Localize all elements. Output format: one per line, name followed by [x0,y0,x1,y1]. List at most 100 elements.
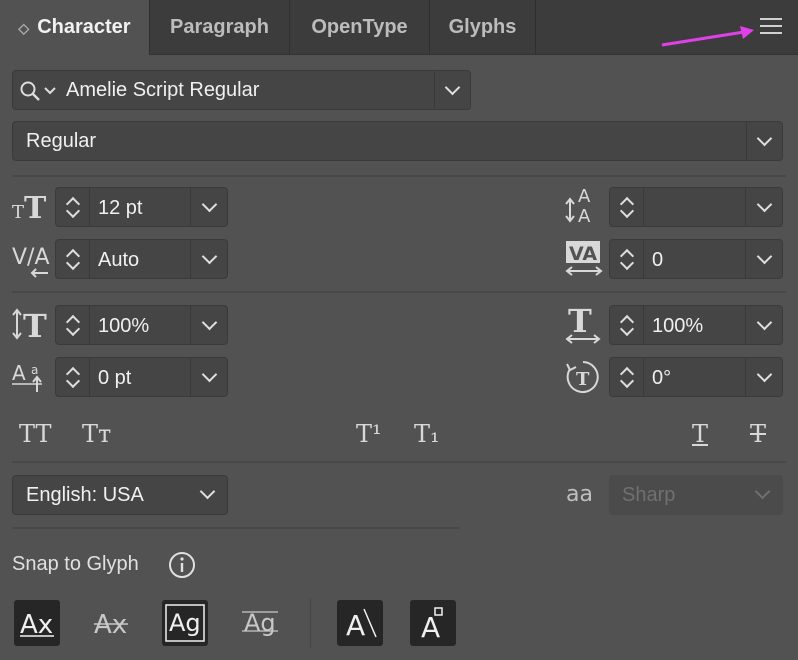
vertical-scale-field[interactable]: 100% [55,305,228,345]
language-chevron-icon [199,483,216,500]
underline-button[interactable]: T [692,420,708,448]
snap-proximity-button[interactable]: Ag [237,600,283,646]
snap-glyph-bounds-icon: Ag [165,604,205,642]
all-caps-button[interactable]: TT [19,420,51,448]
baseline-shift-value: 0 pt [98,367,132,389]
divider [12,527,460,529]
font-style-dropdown[interactable] [746,122,782,160]
anti-alias-value: Sharp [622,484,676,506]
rotation-stepper[interactable] [610,358,644,396]
snap-anchor-icon: A [421,607,443,643]
rotation-value: 0° [652,367,672,389]
tracking-value: 0 [652,249,664,271]
horizontal-scale-icon: T [565,304,601,344]
kerning-icon: V/A [12,245,50,278]
vertical-scale-stepper[interactable] [56,306,90,344]
subscript-button[interactable]: T₁ [414,420,440,448]
svg-text:T: T [24,191,47,224]
font-size-value: 12 pt [98,197,143,219]
divider [12,291,786,293]
kerning-dropdown[interactable] [190,240,227,278]
language-value: English: USA [26,484,144,506]
tracking-stepper[interactable] [610,240,644,278]
tab-bar: ◇ Character Paragraph OpenType Glyphs [0,0,798,55]
snap-glyph-bounds-button[interactable]: Ag [162,600,208,646]
snap-angular-icon: A [346,608,377,642]
snap-proximity-icon: Ag [242,609,278,637]
leading-field[interactable] [609,187,783,227]
snap-xheight-icon: Ax [94,610,128,640]
svg-text:V/A: V/A [12,245,50,270]
baseline-shift-dropdown[interactable] [190,358,227,396]
svg-text:T: T [576,369,590,390]
language-select[interactable]: English: USA [12,475,228,515]
baseline-shift-field[interactable]: 0 pt [55,357,228,397]
svg-text:T: T [12,202,24,223]
tab-opentype[interactable]: OpenType [290,0,430,54]
snap-xheight-button[interactable]: Ax [88,600,134,646]
tab-character[interactable]: ◇ Character [0,0,150,55]
vertical-scale-dropdown[interactable] [190,306,227,344]
info-icon[interactable] [167,550,197,580]
baseline-shift-icon: A a [12,361,42,392]
kerning-field[interactable]: Auto [55,239,228,279]
svg-text:A: A [578,186,591,207]
baseline-shift-stepper[interactable] [56,358,90,396]
font-size-stepper[interactable] [56,188,90,226]
snap-baseline-button[interactable]: Ax [14,600,60,646]
rotation-icon: T [566,361,599,393]
divider [310,598,311,648]
tab-paragraph[interactable]: Paragraph [150,0,290,54]
snap-baseline-icon: Ax [20,610,54,640]
divider [12,461,786,463]
tracking-field[interactable]: 0 [609,239,783,279]
leading-dropdown[interactable] [745,188,782,226]
annotation-arrow [661,26,754,47]
horizontal-scale-value: 100% [652,315,704,337]
leading-icon: A A [565,186,591,226]
horizontal-scale-stepper[interactable] [610,306,644,344]
font-family-select[interactable]: Amelie Script Regular [12,70,471,110]
font-family-dropdown[interactable] [434,71,470,109]
rotation-field[interactable]: 0° [609,357,783,397]
vertical-scale-icon: T [12,307,47,343]
tracking-icon: VA [565,241,603,276]
kerning-value: Auto [98,249,140,271]
font-size-icon: T T [12,191,47,224]
anti-alias-chevron-icon [754,483,771,500]
snap-anchor-button[interactable]: A [410,600,456,646]
horizontal-scale-dropdown[interactable] [745,306,782,344]
vertical-scale-value: 100% [98,315,150,337]
horizontal-scale-field[interactable]: 100% [609,305,783,345]
tab-glyphs[interactable]: Glyphs [430,0,536,54]
font-style-select[interactable]: Regular [12,121,783,161]
small-caps-button[interactable]: Tт [82,420,111,448]
anti-alias-select[interactable]: Sharp [609,475,783,515]
kerning-stepper[interactable] [56,240,90,278]
svg-text:Ag: Ag [244,609,276,637]
font-size-field[interactable]: 12 pt [55,187,228,227]
svg-text:VA: VA [569,243,597,265]
font-style-value: Regular [26,130,97,152]
snap-angular-button[interactable]: A [337,600,383,646]
svg-text:A: A [421,611,440,643]
svg-text:T: T [23,307,47,343]
svg-text:Ag: Ag [169,609,201,637]
rotation-dropdown[interactable] [745,358,782,396]
svg-text:A: A [578,206,591,226]
svg-text:A: A [12,361,26,385]
leading-stepper[interactable] [610,188,644,226]
font-family-value: Amelie Script Regular [66,79,260,101]
search-icon[interactable] [19,80,63,102]
tracking-dropdown[interactable] [745,240,782,278]
character-panel: ◇ Character Paragraph OpenType Glyphs Am… [0,0,798,660]
svg-text:Ax: Ax [94,610,127,640]
snap-to-glyph-label: Snap to Glyph [12,553,139,575]
superscript-button[interactable]: T¹ [356,420,382,448]
menu-icon[interactable] [760,18,782,36]
collapse-icon[interactable]: ◇ [18,21,29,35]
font-size-dropdown[interactable] [190,188,227,226]
svg-text:A: A [346,609,365,642]
strikethrough-button[interactable]: T [750,420,766,448]
tab-glyphs-label: Glyphs [448,15,517,38]
